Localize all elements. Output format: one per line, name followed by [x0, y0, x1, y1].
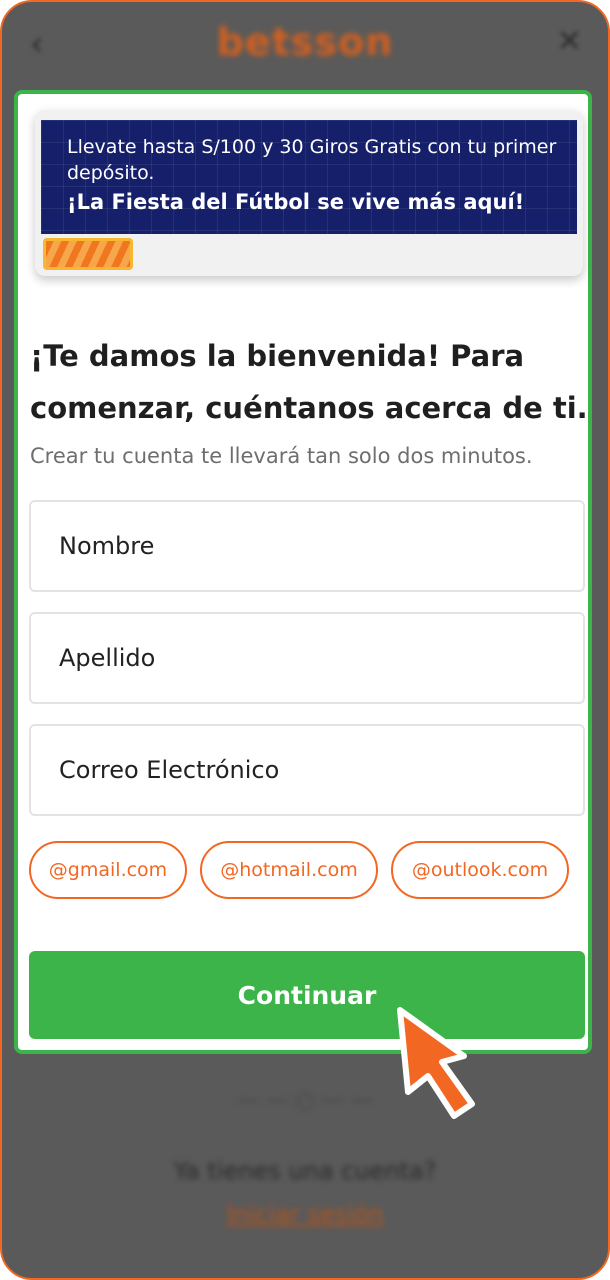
outlook-suggestion-chip[interactable]: @outlook.com — [391, 841, 569, 899]
promo-banner: Llevate hasta S/100 y 30 Giros Gratis co… — [41, 120, 577, 234]
promo-text: Llevate hasta S/100 y 30 Giros Gratis co… — [67, 136, 557, 184]
promo-headline: ¡La Fiesta del Fútbol se vive más aquí! — [67, 190, 525, 214]
continue-button[interactable]: Continuar — [29, 951, 585, 1039]
first-name-input[interactable] — [29, 500, 585, 592]
email-input[interactable] — [29, 724, 585, 816]
signup-modal: Llevate hasta S/100 y 30 Giros Gratis co… — [14, 90, 592, 1054]
brand-logo: betsson — [216, 20, 394, 64]
gmail-suggestion-chip[interactable]: @gmail.com — [29, 841, 187, 899]
phone-frame: ‹ betsson ✕ — — ○ — — Ya tienes una cuen… — [0, 0, 610, 1280]
have-account-text: Ya tienes una cuenta? — [173, 1157, 437, 1185]
page-subtitle: Crear tu cuenta te llevará tan solo dos … — [30, 444, 533, 468]
login-link: Iniciar sesión — [226, 1200, 384, 1228]
pointer-arrow-icon — [397, 1007, 475, 1119]
close-icon: ✕ — [556, 24, 582, 59]
promo-card: Llevate hasta S/100 y 30 Giros Gratis co… — [35, 110, 583, 276]
page-title: ¡Te damos la bienvenida! Para comenzar, … — [30, 339, 588, 425]
progress-bar — [43, 238, 133, 270]
last-name-input[interactable] — [29, 612, 585, 704]
hotmail-suggestion-chip[interactable]: @hotmail.com — [200, 841, 378, 899]
background-header: ‹ betsson ✕ — [2, 2, 608, 88]
background-divider: — — ○ — — — [237, 1088, 373, 1113]
